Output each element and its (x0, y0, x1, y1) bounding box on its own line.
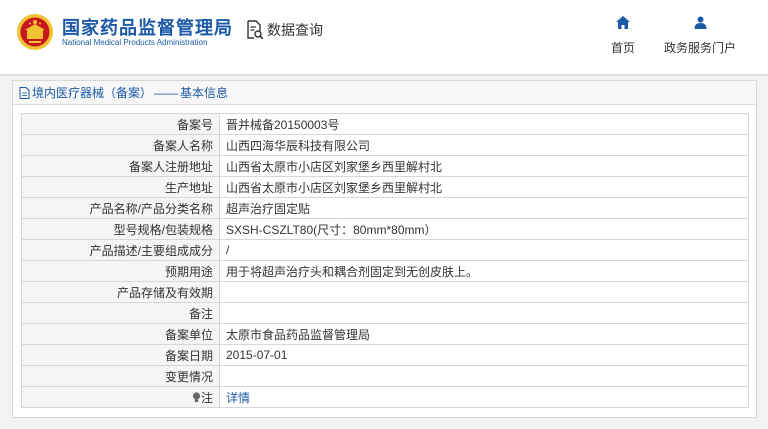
table-row: 备案号 晋并械备20150003号 (21, 113, 749, 135)
table-row: 型号规格/包装规格 SXSH-CSZLT80(尺寸：80mm*80mm） (21, 218, 749, 240)
row-label: 型号规格/包装规格 (21, 218, 220, 240)
data-query-label: 数据查询 (267, 22, 323, 38)
nav-home[interactable]: 首页 (605, 16, 641, 56)
row-label: 备案日期 (21, 344, 220, 366)
table-row: 备案单位 太原市食品药品监督管理局 (21, 323, 749, 345)
lightbulb-icon (192, 391, 201, 402)
table-row: 注 详情 (21, 386, 749, 408)
row-label: 备注 (21, 302, 220, 324)
table-row: 备案日期 2015-07-01 (21, 344, 749, 366)
details-link[interactable]: 详情 (226, 391, 250, 405)
record-table: 备案号 晋并械备20150003号 备案人名称 山西四海华辰科技有限公司 备案人注册… (21, 113, 749, 408)
national-emblem-icon (17, 14, 53, 50)
row-value: 山西省太原市小店区刘家堡乡西里解村北 (219, 176, 749, 198)
row-value: 山西四海华辰科技有限公司 (219, 134, 749, 156)
row-label: 产品描述/主要组成成分 (21, 239, 220, 261)
row-value (219, 365, 749, 387)
row-label: 生产地址 (21, 176, 220, 198)
row-label: 备案人注册地址 (21, 155, 220, 177)
nav-service-label: 政务服务门户 (663, 41, 736, 55)
panel-title-separator: —— (154, 85, 179, 100)
record-panel: 境内医疗器械（备案） —— 基本信息 备案号 晋并械备20150003号 备案人名… (12, 80, 757, 418)
table-row: 变更情况 (21, 365, 749, 387)
data-query-link[interactable]: 数据查询 (246, 20, 323, 40)
panel-title-category: 境内医疗器械（备案） (32, 85, 153, 100)
table-row: 产品存储及有效期 (21, 281, 749, 303)
nav-service-portal[interactable]: 政务服务门户 (660, 16, 740, 56)
row-label: 备案单位 (21, 323, 220, 345)
table-row: 备案人注册地址 山西省太原市小店区刘家堡乡西里解村北 (21, 155, 749, 177)
document-search-icon (247, 20, 264, 40)
row-value: 晋并械备20150003号 (219, 113, 749, 135)
row-value: 超声治疗固定贴 (219, 197, 749, 219)
table-row: 生产地址 山西省太原市小店区刘家堡乡西里解村北 (21, 176, 749, 198)
row-value: SXSH-CSZLT80(尺寸：80mm*80mm） (219, 218, 749, 240)
row-value (219, 281, 749, 303)
row-label: 变更情况 (21, 365, 220, 387)
nav-home-label: 首页 (610, 41, 635, 55)
table-row: 备注 (21, 302, 749, 324)
panel-title-section: 基本信息 (180, 85, 229, 100)
row-value: / (219, 239, 749, 261)
table-row: 备案人名称 山西四海华辰科技有限公司 (21, 134, 749, 156)
site-header: 国家药品监督管理局 National Medical Products Admi… (0, 0, 768, 76)
agency-name-cn: 国家药品监督管理局 (62, 18, 233, 38)
row-value: 山西省太原市小店区刘家堡乡西里解村北 (219, 155, 749, 177)
table-row: 产品名称/产品分类名称 超声治疗固定贴 (21, 197, 749, 219)
row-value-note: 详情 (219, 386, 749, 408)
panel-title: 境内医疗器械（备案） —— 基本信息 (13, 81, 756, 105)
row-label: 产品存储及有效期 (21, 281, 220, 303)
row-label-note: 注 (21, 386, 220, 408)
home-icon (616, 16, 630, 29)
row-label: 备案号 (21, 113, 220, 135)
row-label: 预期用途 (21, 260, 220, 282)
row-value (219, 302, 749, 324)
document-icon (19, 86, 30, 99)
agency-name-en: National Medical Products Administration (62, 38, 208, 47)
row-label: 产品名称/产品分类名称 (21, 197, 220, 219)
row-value: 2015-07-01 (219, 344, 749, 366)
row-label: 备案人名称 (21, 134, 220, 156)
note-label: 注 (200, 390, 213, 405)
user-icon (694, 16, 706, 29)
row-value: 用于将超声治疗头和耦合剂固定到无创皮肤上。 (219, 260, 749, 282)
table-row: 产品描述/主要组成成分 / (21, 239, 749, 261)
row-value: 太原市食品药品监督管理局 (219, 323, 749, 345)
table-row: 预期用途 用于将超声治疗头和耦合剂固定到无创皮肤上。 (21, 260, 749, 282)
